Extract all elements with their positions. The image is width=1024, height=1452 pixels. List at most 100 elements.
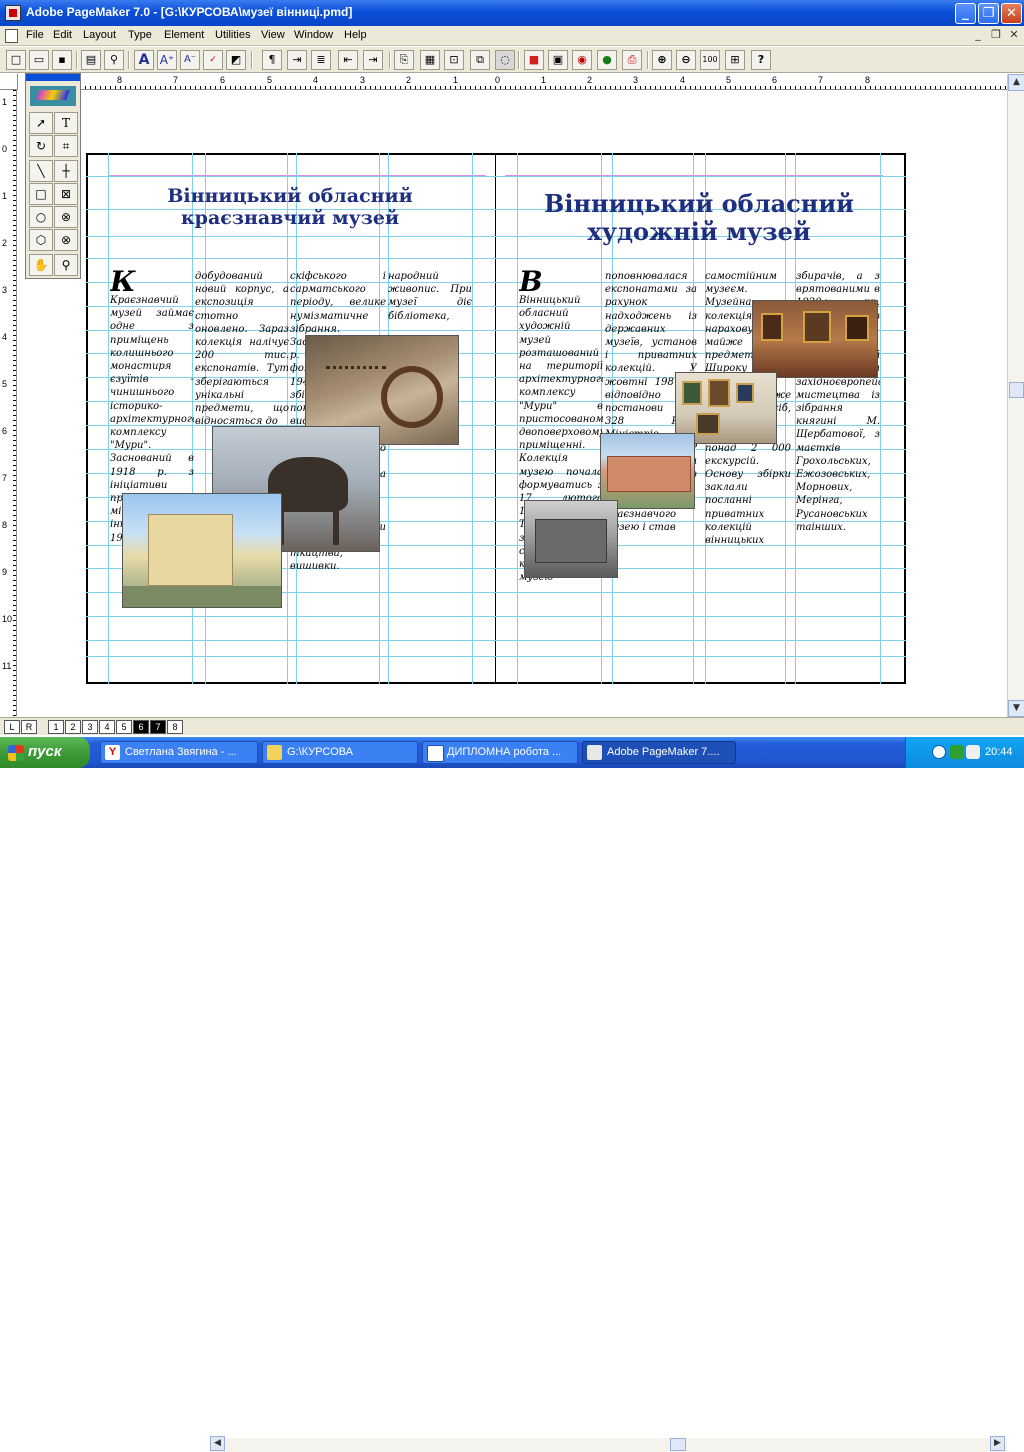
page-tab-8[interactable]: 8 <box>167 720 183 734</box>
scroll-down-arrow[interactable]: ▼ <box>1008 700 1024 717</box>
right-text-column-1[interactable]: В Вінницький обласний художній музей розт… <box>519 270 603 654</box>
zoom-in-icon[interactable]: ⊕ <box>652 50 672 70</box>
menu-file[interactable]: File <box>26 29 44 41</box>
line-tool-icon[interactable]: ╲ <box>29 160 53 182</box>
horizontal-guide[interactable] <box>86 258 906 259</box>
page-tab-3[interactable]: 3 <box>82 720 98 734</box>
polygon-frame-tool-icon[interactable]: ⊗ <box>54 229 78 251</box>
link-icon[interactable]: ⧉ <box>470 50 490 70</box>
help-icon[interactable]: ? <box>751 50 771 70</box>
pagemaker-app-icon[interactable] <box>5 5 21 21</box>
menu-view[interactable]: View <box>261 29 285 41</box>
right-page-heading[interactable]: Вінницький обласний художній музей <box>540 190 858 245</box>
page-tab-6[interactable]: 6 <box>133 720 149 734</box>
text-tool-icon[interactable]: T <box>54 112 78 134</box>
hscroll-thumb[interactable] <box>670 1438 686 1451</box>
menu-layout[interactable]: Layout <box>83 29 116 41</box>
menu-help[interactable]: Help <box>344 29 367 41</box>
historic-building-photo[interactable] <box>524 500 618 578</box>
menu-window[interactable]: Window <box>294 29 333 41</box>
save-icon[interactable]: ▪ <box>52 50 72 70</box>
page-tab-2[interactable]: 2 <box>65 720 81 734</box>
spell-icon[interactable]: ✓ <box>203 50 223 70</box>
zoom-out-icon[interactable]: ⊖ <box>676 50 696 70</box>
pdf-icon[interactable]: ⎙ <box>622 50 642 70</box>
paragraph-icon[interactable]: ¶ <box>262 50 282 70</box>
museum-building-photo[interactable] <box>122 493 282 608</box>
paste-icon[interactable]: ▦ <box>420 50 440 70</box>
new-icon[interactable]: □ <box>6 50 26 70</box>
start-button[interactable]: пуск <box>0 737 90 768</box>
view-icon[interactable]: ▣ <box>548 50 568 70</box>
doc-restore-button[interactable]: ❐ <box>988 28 1004 43</box>
menu-type[interactable]: Type <box>128 29 152 41</box>
open-icon[interactable]: ▭ <box>29 50 49 70</box>
vertical-guide[interactable] <box>108 153 109 684</box>
vertical-guide[interactable] <box>517 153 518 684</box>
tabs-icon[interactable]: ⇥ <box>287 50 307 70</box>
ruler-origin[interactable] <box>0 74 18 90</box>
bullets-icon[interactable]: ⇤ <box>338 50 358 70</box>
define-styles-icon[interactable]: ◩ <box>226 50 246 70</box>
crop-tool-icon[interactable]: ⌗ <box>54 135 78 157</box>
toolbox-palette[interactable]: ➚ T ↻ ⌗ ╲ ┼ □ ⊠ ○ ⊗ ⬡ ⊗ ✋ ⚲ <box>25 73 81 279</box>
vertical-guide[interactable] <box>880 153 881 684</box>
indent-icon[interactable]: ≣ <box>311 50 331 70</box>
menu-utilities[interactable]: Utilities <box>215 29 250 41</box>
doc-minimize-button[interactable]: _ <box>970 28 986 43</box>
volume-icon[interactable] <box>966 745 980 759</box>
vertical-scrollbar[interactable]: ▲ ▼ <box>1007 74 1024 717</box>
menu-edit[interactable]: Edit <box>53 29 72 41</box>
text-a-icon[interactable]: A <box>134 50 154 70</box>
font-size-down-icon[interactable]: A⁻ <box>180 50 200 70</box>
master-left-tab[interactable]: L <box>4 720 20 734</box>
horizontal-guide[interactable] <box>86 176 906 177</box>
hand-tool-icon[interactable]: ✋ <box>29 254 53 276</box>
horizontal-guide[interactable] <box>86 656 906 657</box>
find-icon[interactable]: ⚲ <box>104 50 124 70</box>
doc-close-button[interactable]: ✕ <box>1006 28 1022 43</box>
page-tab-4[interactable]: 4 <box>99 720 115 734</box>
copy-icon[interactable]: ⎘ <box>394 50 414 70</box>
ellipse-frame-tool-icon[interactable]: ⊗ <box>54 206 78 228</box>
page-tab-7[interactable]: 7 <box>150 720 166 734</box>
left-page-heading[interactable]: Вінницький обласний краєзнавчий музей <box>140 185 440 230</box>
taskbar-item-yandex[interactable]: Y Светлана Звягина - ... <box>100 741 258 764</box>
minimize-button[interactable]: _ <box>955 3 976 24</box>
color-icon[interactable]: ■ <box>524 50 544 70</box>
vertical-guide[interactable] <box>472 153 473 684</box>
constrained-line-tool-icon[interactable]: ┼ <box>54 160 78 182</box>
scroll-thumb[interactable] <box>1009 382 1024 398</box>
rectangle-tool-icon[interactable]: □ <box>29 183 53 205</box>
master-right-tab[interactable]: R <box>21 720 37 734</box>
numbering-icon[interactable]: ⇥ <box>363 50 383 70</box>
rectangle-frame-tool-icon[interactable]: ⊠ <box>54 183 78 205</box>
gallery-hall-photo[interactable] <box>752 300 878 378</box>
zoom-tool-icon[interactable]: ⚲ <box>54 254 78 276</box>
place-icon[interactable]: ⊡ <box>444 50 464 70</box>
ellipse-tool-icon[interactable]: ○ <box>29 206 53 228</box>
fill-icon[interactable]: ◌ <box>495 50 515 70</box>
scroll-left-arrow[interactable]: ◀ <box>210 1436 225 1451</box>
scroll-right-arrow[interactable]: ▶ <box>990 1436 1005 1451</box>
preview-icon[interactable]: ◉ <box>572 50 592 70</box>
page-tab-1[interactable]: 1 <box>48 720 64 734</box>
print-icon[interactable]: ▤ <box>81 50 101 70</box>
art-museum-building-photo[interactable] <box>600 433 695 509</box>
web-icon[interactable]: ● <box>597 50 617 70</box>
pointer-tool-icon[interactable]: ➚ <box>29 112 53 134</box>
network-icon[interactable] <box>932 745 946 759</box>
taskbar-item-pagemaker[interactable]: Adobe PageMaker 7.... <box>582 741 736 764</box>
polygon-tool-icon[interactable]: ⬡ <box>29 229 53 251</box>
maximize-button[interactable]: ❐ <box>978 3 999 24</box>
horizontal-scrollbar[interactable]: ◀ ▶ <box>210 1436 1007 1452</box>
clock[interactable]: 20:44 <box>985 746 1013 758</box>
taskbar-item-folder[interactable]: G:\КУРСОВА <box>262 741 418 764</box>
menu-element[interactable]: Element <box>164 29 204 41</box>
fit-icon[interactable]: ⊞ <box>725 50 745 70</box>
rotate-tool-icon[interactable]: ↻ <box>29 135 53 157</box>
scroll-up-arrow[interactable]: ▲ <box>1008 74 1024 91</box>
font-size-up-icon[interactable]: A⁺ <box>157 50 177 70</box>
toolbox-titlebar[interactable] <box>26 74 80 81</box>
close-button[interactable]: ✕ <box>1001 3 1022 24</box>
